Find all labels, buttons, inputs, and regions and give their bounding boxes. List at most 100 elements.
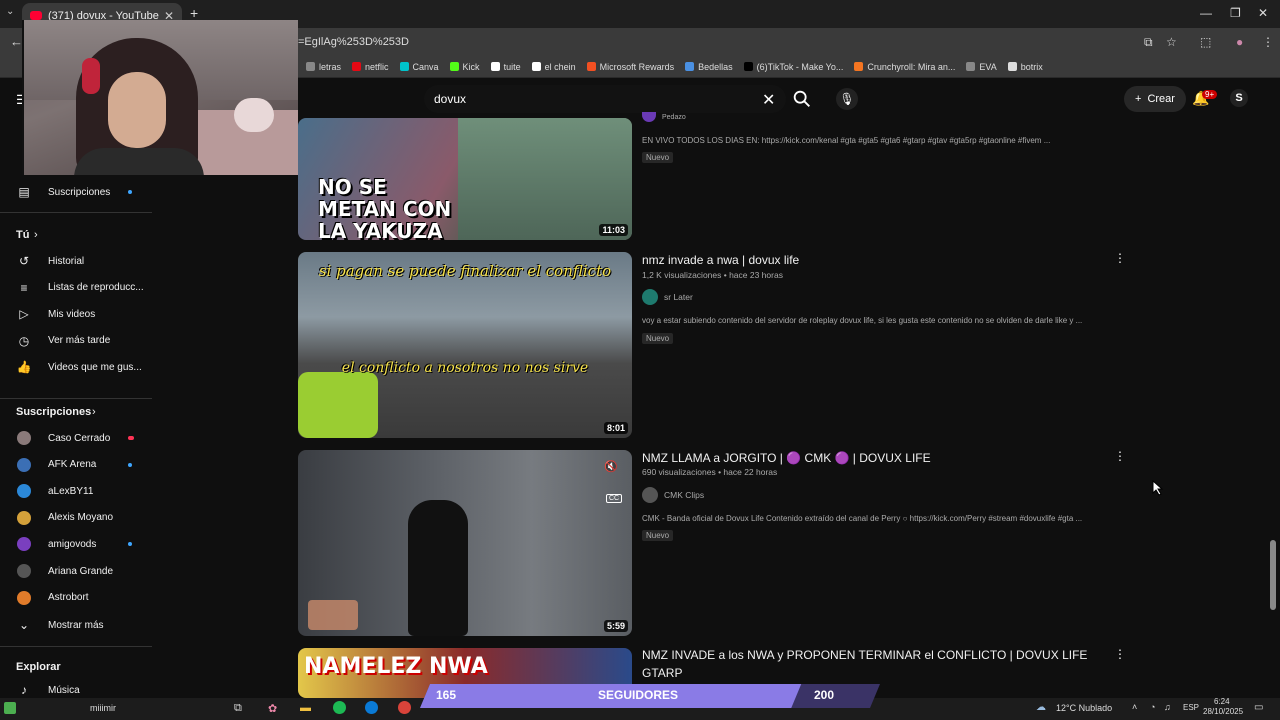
close-window-icon[interactable]: ✕	[1258, 6, 1268, 20]
duration-badge: 11:03	[599, 224, 628, 236]
bookmark-item[interactable]: netflic	[352, 62, 389, 72]
create-label: Crear	[1147, 93, 1175, 105]
sidebar-subscriptions-heading[interactable]: Suscripciones ›	[0, 399, 160, 425]
sidebar-you-heading[interactable]: Tú ›	[0, 222, 160, 248]
network-icon[interactable]: ◔	[1150, 702, 1155, 712]
sidebar-item-listas-de-reproducc-[interactable]: ≡ Listas de reproducc...	[0, 275, 160, 301]
clear-search-icon[interactable]: ✕	[762, 90, 775, 110]
video-meta: 1,2 K visualizaciones • hace 23 horas	[642, 270, 783, 280]
subscription-label: Caso Cerrado	[48, 432, 111, 444]
start-icon[interactable]	[4, 702, 16, 714]
tab-list-icon[interactable]: ⌄	[6, 6, 14, 17]
task-view-icon[interactable]: ⧉	[234, 702, 242, 715]
extensions-icon[interactable]: ⬚	[1200, 35, 1211, 49]
subscription-channel[interactable]: Astrobort	[0, 585, 160, 611]
language-indicator[interactable]: ESP	[1183, 703, 1199, 712]
video-thumbnail[interactable]: si pagan se puede finalizar el conflicto…	[298, 252, 632, 438]
channel-avatar	[17, 537, 31, 552]
bookmark-favicon-icon	[685, 62, 695, 71]
more-options-icon[interactable]: ⋮	[1114, 449, 1126, 463]
maximize-icon[interactable]: ❐	[1230, 6, 1241, 20]
subscription-channel[interactable]: amigovods	[0, 531, 160, 557]
install-app-icon[interactable]: ⧉	[1144, 35, 1153, 50]
clock-date[interactable]: 28/10/2025	[1203, 707, 1243, 716]
video-thumbnail[interactable]: NO SE METAN CON LA YAKUZA 11:03	[298, 118, 632, 240]
channel-info[interactable]: sr Later	[642, 289, 693, 305]
subscription-label: Alexis Moyano	[48, 512, 114, 524]
subscription-channel[interactable]: aLexBY11	[0, 478, 160, 504]
notifications-icon[interactable]: ▭	[1254, 702, 1263, 713]
channel-avatar	[642, 112, 656, 122]
bookmark-item[interactable]: Kick	[449, 62, 480, 72]
thumbnail-car	[298, 372, 378, 438]
volume-icon[interactable]: ♫	[1164, 702, 1171, 712]
channel-avatar	[642, 487, 658, 503]
history-icon: ↺	[18, 254, 30, 268]
channel-info[interactable]: CMK Clips	[642, 487, 704, 503]
subscription-channel[interactable]: AFK Arena	[0, 452, 160, 478]
bookmark-star-icon[interactable]: ☆	[1166, 35, 1177, 49]
sidebar-item-ver-m-s-tarde[interactable]: ◷ Ver más tarde	[0, 328, 160, 354]
bookmark-item[interactable]: botrix	[1007, 62, 1043, 72]
browser-menu-icon[interactable]: ⋮	[1262, 35, 1274, 49]
mute-icon[interactable]: 🔇	[604, 460, 618, 473]
app-icon[interactable]: ✿	[268, 702, 277, 715]
file-explorer-icon[interactable]: ▬	[300, 702, 311, 714]
bookmark-item[interactable]: Crunchyroll: Mira an...	[854, 62, 955, 72]
bookmark-item[interactable]: (6)TikTok - Make Yo...	[743, 62, 843, 72]
thumbnail-caption: NAMELEZ NWA	[304, 654, 488, 679]
bookmark-item[interactable]: EVA	[966, 62, 997, 72]
create-button[interactable]: + Crear	[1124, 86, 1186, 112]
sidebar-item-label: Música	[48, 684, 80, 696]
minimize-icon[interactable]: —	[1200, 6, 1212, 20]
bookmark-item[interactable]: letras	[306, 62, 341, 72]
subscription-channel[interactable]: Ariana Grande	[0, 558, 160, 584]
new-tab-icon[interactable]: +	[190, 5, 198, 21]
video-thumbnail[interactable]: 🔇 CC 5:59	[298, 450, 632, 636]
channel-name: CMK Clips	[664, 490, 705, 500]
video-title[interactable]: NMZ LLAMA a JORGITO | 🟣 CMK 🟣 | DOVUX LI…	[642, 451, 931, 465]
search-icon[interactable]	[790, 88, 814, 110]
clock-time[interactable]: 6:24	[1214, 697, 1230, 706]
video-description: voy a estar subiendo contenido del servi…	[642, 316, 1083, 325]
more-options-icon[interactable]: ⋮	[1114, 251, 1126, 265]
sidebar-item-subscriptions[interactable]: ▤ Suscripciones	[0, 179, 160, 205]
plus-icon: +	[1135, 93, 1142, 105]
page-scrollbar[interactable]	[1270, 540, 1276, 610]
bookmark-item[interactable]: Microsoft Rewards	[586, 62, 674, 72]
watch-later-icon: ◷	[18, 333, 30, 348]
live-indicator-icon	[128, 462, 132, 467]
sidebar-item-mis-videos[interactable]: ▷ Mis videos	[0, 301, 160, 327]
live-indicator-icon	[128, 542, 132, 547]
bookmark-item[interactable]: Bedellas	[685, 62, 733, 72]
channel-info[interactable]: Pedazo	[642, 112, 686, 122]
sidebar-item-historial[interactable]: ↺ Historial	[0, 248, 160, 274]
bookmark-item[interactable]: tuite	[490, 62, 521, 72]
video-title[interactable]: nmz invade a nwa | dovux life	[642, 253, 799, 267]
subscription-channel[interactable]: Alexis Moyano	[0, 505, 160, 531]
account-avatar[interactable]: S	[1230, 89, 1248, 107]
show-more-button[interactable]: ⌄ Mostrar más	[0, 612, 160, 638]
bookmark-item[interactable]: Canva	[399, 62, 439, 72]
bookmark-favicon-icon	[966, 62, 976, 71]
spotify-icon[interactable]	[333, 701, 346, 714]
url-field[interactable]: =EgIlAg%253D%253D	[298, 36, 409, 48]
subscription-label: amigovods	[48, 538, 97, 550]
captions-icon[interactable]: CC	[606, 494, 623, 503]
mic-icon[interactable]: 🎙	[836, 88, 858, 110]
search-input[interactable]: dovux	[424, 85, 786, 113]
bookmark-favicon-icon	[490, 62, 500, 71]
you-label: Tú	[16, 229, 30, 241]
chrome-icon[interactable]	[398, 701, 411, 714]
sidebar-item-videos-que-me-gus-[interactable]: 👍 Videos que me gus...	[0, 354, 160, 380]
video-title[interactable]: NMZ INVADE a los NWA y PROPONEN TERMINAR…	[642, 648, 1087, 662]
bookmark-label: Bedellas	[698, 61, 733, 72]
channel-avatar	[17, 510, 31, 525]
weather-text[interactable]: 12°C Nublado	[1056, 703, 1112, 713]
profile-icon[interactable]: ●	[1236, 35, 1243, 49]
bookmark-item[interactable]: el chein	[531, 62, 576, 72]
subscription-channel[interactable]: Caso Cerrado	[0, 425, 160, 451]
tray-chevron-icon[interactable]: ˄	[1132, 702, 1137, 712]
more-options-icon[interactable]: ⋮	[1114, 647, 1126, 661]
edge-icon[interactable]	[365, 701, 378, 714]
